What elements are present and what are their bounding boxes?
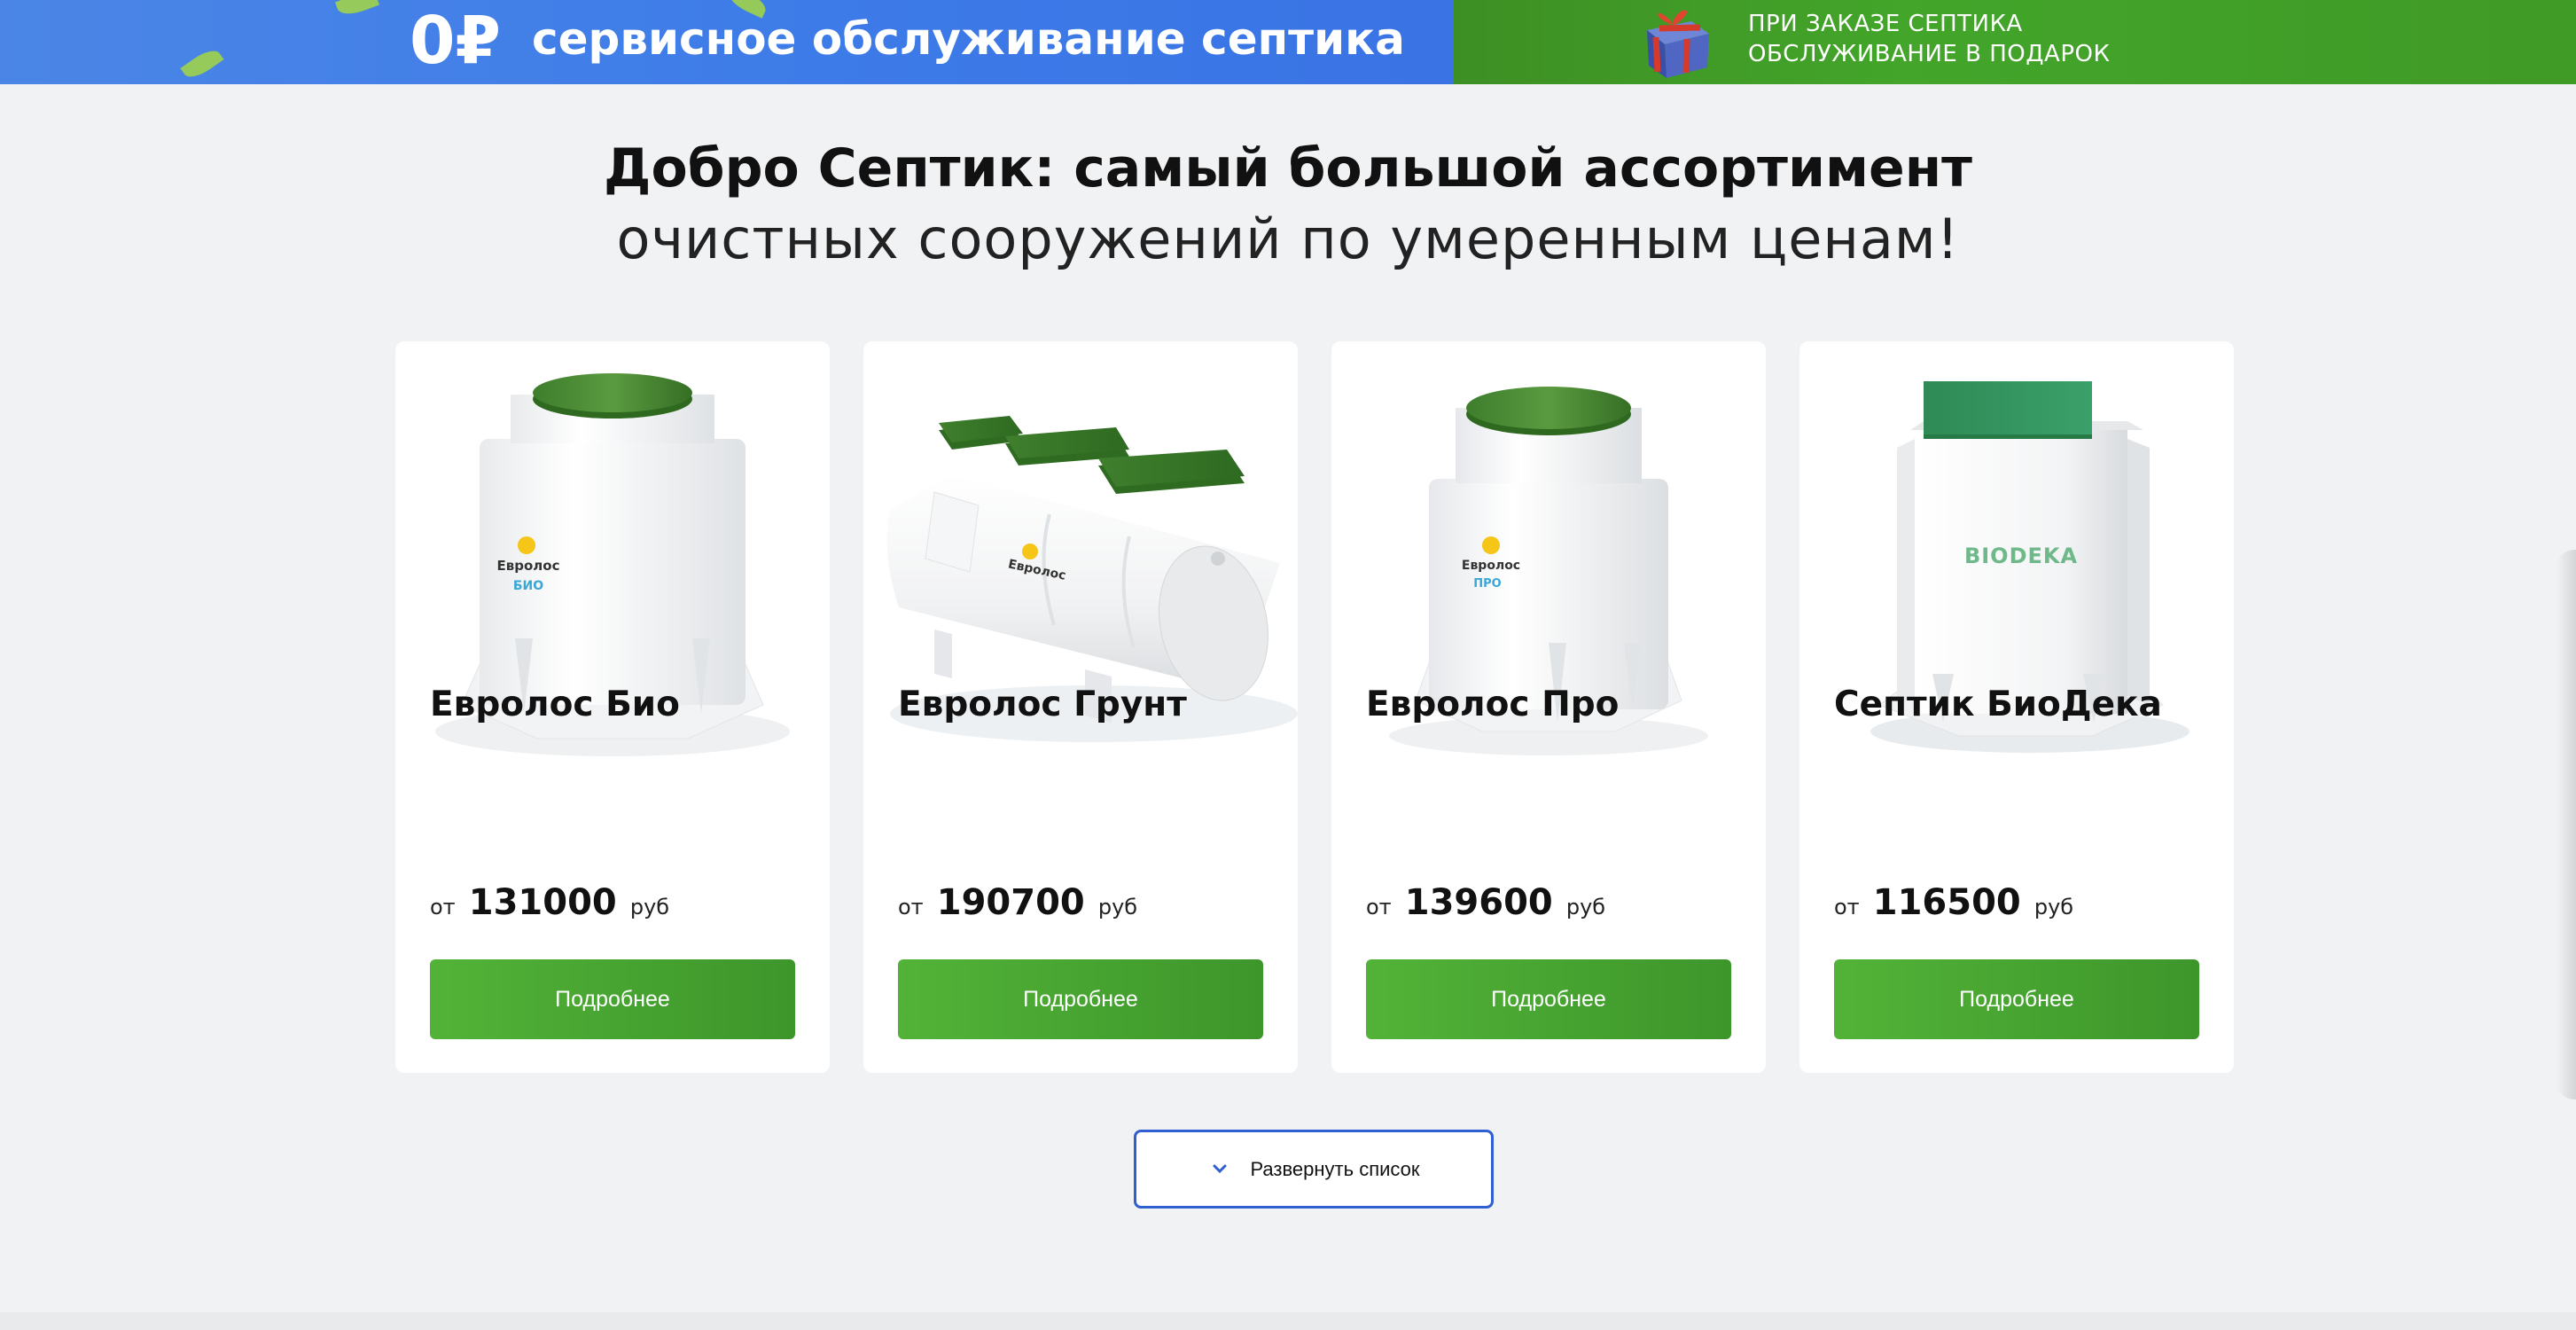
price-currency: руб (1097, 895, 1138, 919)
promo-banner[interactable]: 0₽ сервисное обслуживание септика ПРИ ЗА… (0, 0, 2576, 84)
banner-zero-price: 0₽ (410, 3, 501, 79)
price-currency: руб (2033, 895, 2074, 919)
product-title[interactable]: Евролос Про (1366, 683, 1619, 727)
details-button[interactable]: Подробнее (1834, 959, 2199, 1039)
chevron-down-icon (1213, 1164, 1227, 1173)
product-title[interactable]: Евролос Грунт (898, 683, 1187, 727)
expand-list-label: Развернуть список (1250, 1157, 1420, 1180)
product-model-label: ПРО (1473, 577, 1501, 591)
details-button[interactable]: Подробнее (1366, 959, 1731, 1039)
product-card: BIODEKA Септик БиоДека от 116500 руб Под… (1799, 341, 2234, 1073)
product-card: Евролос БИО Евролос Био от 131000 руб По… (395, 341, 830, 1073)
price-row: от 116500 руб (1834, 882, 2073, 935)
price-value: 116500 (1872, 882, 2021, 923)
price-currency: руб (1565, 895, 1606, 919)
details-button[interactable]: Подробнее (898, 959, 1263, 1039)
price-row: от 190700 руб (898, 882, 1137, 935)
banner-gift-line: ОБСЛУЖИВАНИЕ В ПОДАРОК (1748, 41, 2111, 67)
product-brand-label: Евролос (497, 558, 560, 574)
banner-gift-line: ПРИ ЗАКАЗЕ СЕПТИКА (1748, 11, 2023, 37)
page-subtitle: очистных сооружений по умеренным ценам! (616, 207, 1960, 271)
price-prefix: от (898, 895, 924, 919)
price-currency: руб (629, 895, 670, 919)
banner-gift-text: ПРИ ЗАКАЗЕ СЕПТИКА ОБСЛУЖИВАНИЕ В ПОДАРО… (1748, 9, 2110, 69)
gift-box-icon (1647, 10, 1709, 78)
banner-service-text: сервисное обслуживание септика (532, 13, 1405, 65)
price-prefix: от (1366, 895, 1392, 919)
details-button[interactable]: Подробнее (430, 959, 795, 1039)
side-widget-edge (2556, 550, 2576, 1099)
product-brand-label: BIODEKA (1964, 544, 2078, 568)
expand-list-button[interactable]: Развернуть список (1134, 1130, 1494, 1209)
product-model-label: БИО (513, 579, 543, 593)
price-value: 139600 (1404, 882, 1553, 923)
product-title[interactable]: Септик БиоДека (1834, 683, 2162, 727)
price-row: от 131000 руб (430, 882, 669, 935)
product-brand-label: Евролос (1462, 559, 1520, 573)
price-prefix: от (1834, 895, 1860, 919)
product-card: Евролос ПРО Евролос Про от 139600 руб По… (1331, 341, 1766, 1073)
page-title: Добро Септик: самый большой ассортимент (604, 137, 1972, 200)
price-value: 131000 (468, 882, 617, 923)
product-title[interactable]: Евролос Био (430, 683, 680, 727)
product-card: Евролос Евролос Грунт от 190700 руб Подр… (863, 341, 1298, 1073)
price-value: 190700 (936, 882, 1085, 923)
next-section-edge (0, 1312, 2576, 1330)
price-prefix: от (430, 895, 456, 919)
price-row: от 139600 руб (1366, 882, 1605, 935)
